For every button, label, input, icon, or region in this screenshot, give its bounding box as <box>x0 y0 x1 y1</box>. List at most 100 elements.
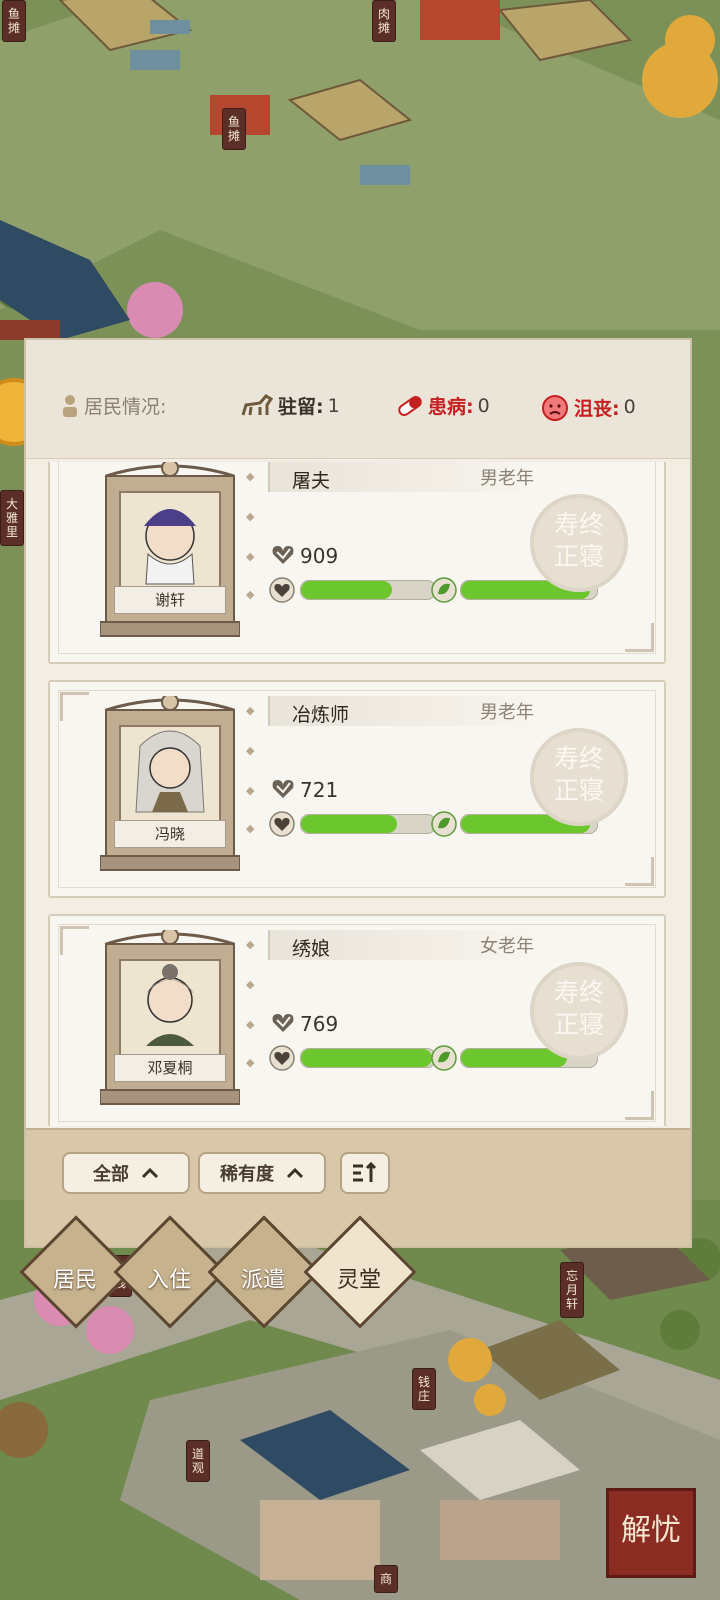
deceased-stamp: 寿终 正寝 <box>530 962 628 1060</box>
sign-fish-stall: 鱼摊 <box>222 108 246 150</box>
job-box: 绣娘 女老年 <box>268 930 538 960</box>
stay-stat: 驻留: 1 <box>240 392 340 419</box>
resident-card[interactable]: 邓夏桐 ◆ ◆ ◆ ◆ 绣娘 女老年 769 寿终 正寝 <box>48 914 666 1126</box>
resident-value: 909 <box>300 544 339 568</box>
health-heart-icon <box>269 1045 295 1071</box>
resident-age-gender: 女老年 <box>480 936 534 957</box>
sign-shop: 商 <box>374 1565 398 1593</box>
corner-ornament <box>60 692 89 721</box>
health-bar <box>300 814 436 834</box>
job-box: 冶炼师 男老年 <box>268 696 538 726</box>
health-bar-fill <box>301 1049 433 1067</box>
bullet: ◆ <box>246 1056 255 1069</box>
health-bar <box>300 580 436 600</box>
health-heart-icon <box>269 811 295 837</box>
filter-rarity-label: 稀有度 <box>220 1164 274 1185</box>
portrait-frame: 谢轩 <box>99 462 241 640</box>
stamp-bottom-text: 正寝 <box>553 1010 604 1039</box>
sad-label: 沮丧: <box>574 397 620 420</box>
health-bar-fill <box>301 815 398 833</box>
bullet: ◆ <box>246 704 255 717</box>
resident-list[interactable]: 谢轩 ◆ ◆ ◆ ◆ 屠夫 男老年 909 寿终 正寝 冯晓 ◆ ◆ ◆ ◆ 冶… <box>26 462 690 1126</box>
bullet: ◆ <box>246 978 255 991</box>
tab-dispatch-label[interactable]: 派遣 <box>218 1262 308 1294</box>
sign-taoist-temple: 道观 <box>186 1440 210 1482</box>
stamp-top-text: 寿终 <box>553 978 604 1007</box>
resident-value: 721 <box>300 778 339 802</box>
resident-name: 邓夏桐 <box>114 1054 226 1082</box>
bullet: ◆ <box>246 938 255 951</box>
value-heart-icon <box>272 1014 294 1032</box>
resident-age-gender: 男老年 <box>480 468 534 489</box>
resident-job: 屠夫 <box>292 470 331 492</box>
horse-icon <box>241 393 274 415</box>
sick-value: 0 <box>477 394 490 417</box>
sick-stat: 患病: 0 <box>396 392 490 419</box>
corner-ornament <box>60 926 89 955</box>
sort-button[interactable] <box>340 1152 390 1194</box>
resident-status-label: 居民情况: <box>84 396 167 418</box>
sign-bank: 钱庄 <box>412 1368 436 1410</box>
relieve-worry-button[interactable]: 解忧 <box>606 1488 696 1578</box>
deceased-stamp: 寿终 正寝 <box>530 728 628 826</box>
value-heart-icon <box>272 780 294 798</box>
portrait-frame: 冯晓 <box>99 693 241 874</box>
stamp-top-text: 寿终 <box>553 510 604 539</box>
bullet: ◆ <box>246 550 255 563</box>
sign-fish-stall: 鱼摊 <box>2 0 26 42</box>
stay-label: 驻留: <box>278 396 324 418</box>
value-heart-icon <box>272 546 294 564</box>
bullet: ◆ <box>246 744 255 757</box>
sick-label: 患病: <box>428 396 474 418</box>
health-bar <box>300 1048 436 1068</box>
mood-leaf-icon <box>431 577 457 603</box>
filter-all-label: 全部 <box>93 1164 129 1185</box>
pill-icon <box>398 395 422 416</box>
bullet: ◆ <box>246 588 255 601</box>
mood-leaf-icon <box>431 811 457 837</box>
mood-leaf-icon <box>431 1045 457 1071</box>
resident-status-title: 居民情况: <box>60 392 166 419</box>
filter-rarity-button[interactable]: 稀有度 <box>198 1152 326 1194</box>
chevron-up-icon <box>286 1167 304 1179</box>
resident-status-bar: 居民情况: 驻留: 1 患病: 0 沮丧: 0 <box>26 340 690 459</box>
resident-age-gender: 男老年 <box>480 702 534 723</box>
corner-ornament <box>625 857 654 886</box>
resident-name: 谢轩 <box>114 586 226 614</box>
tab-residents-label[interactable]: 居民 <box>30 1262 120 1294</box>
resident-value: 769 <box>300 1012 339 1036</box>
chevron-up-icon <box>141 1167 159 1179</box>
corner-ornament <box>625 1091 654 1120</box>
bullet: ◆ <box>246 470 255 483</box>
bullet: ◆ <box>246 784 255 797</box>
health-bar-fill <box>301 581 393 599</box>
tab-memorial-hall-label[interactable]: 灵堂 <box>314 1262 404 1294</box>
sign-meat-stall: 肉摊 <box>372 0 396 42</box>
bullet: ◆ <box>246 822 255 835</box>
resident-icon <box>63 394 77 417</box>
health-heart-icon <box>269 577 295 603</box>
corner-ornament <box>625 623 654 652</box>
portrait-frame: 邓夏桐 <box>99 927 241 1108</box>
stamp-bottom-text: 正寝 <box>553 776 604 805</box>
resident-card[interactable]: 冯晓 ◆ ◆ ◆ ◆ 冶炼师 男老年 721 寿终 正寝 <box>48 680 666 898</box>
tab-move-in-label[interactable]: 入住 <box>124 1262 214 1294</box>
bullet: ◆ <box>246 510 255 523</box>
deceased-stamp: 寿终 正寝 <box>530 494 628 592</box>
stay-value: 1 <box>327 394 340 417</box>
filter-all-button[interactable]: 全部 <box>62 1152 190 1194</box>
resident-job: 绣娘 <box>292 938 331 960</box>
resident-job: 冶炼师 <box>292 704 350 726</box>
sad-face-icon <box>542 395 568 421</box>
stamp-top-text: 寿终 <box>553 744 604 773</box>
resident-panel: 居民情况: 驻留: 1 患病: 0 沮丧: 0 谢轩 ◆ ◆ ◆ ◆ 屠夫 男老… <box>24 338 692 1248</box>
resident-name: 冯晓 <box>114 820 226 848</box>
sign-wangyue-pavilion: 忘月轩 <box>560 1262 584 1318</box>
resident-card[interactable]: 谢轩 ◆ ◆ ◆ ◆ 屠夫 男老年 909 寿终 正寝 <box>48 462 666 664</box>
sort-icon <box>353 1162 377 1182</box>
stamp-bottom-text: 正寝 <box>553 542 604 571</box>
sad-stat: 沮丧: 0 <box>540 392 636 422</box>
bullet: ◆ <box>246 1018 255 1031</box>
sign-daya-street: 大雅里 <box>0 490 24 546</box>
job-box: 屠夫 男老年 <box>268 462 538 492</box>
